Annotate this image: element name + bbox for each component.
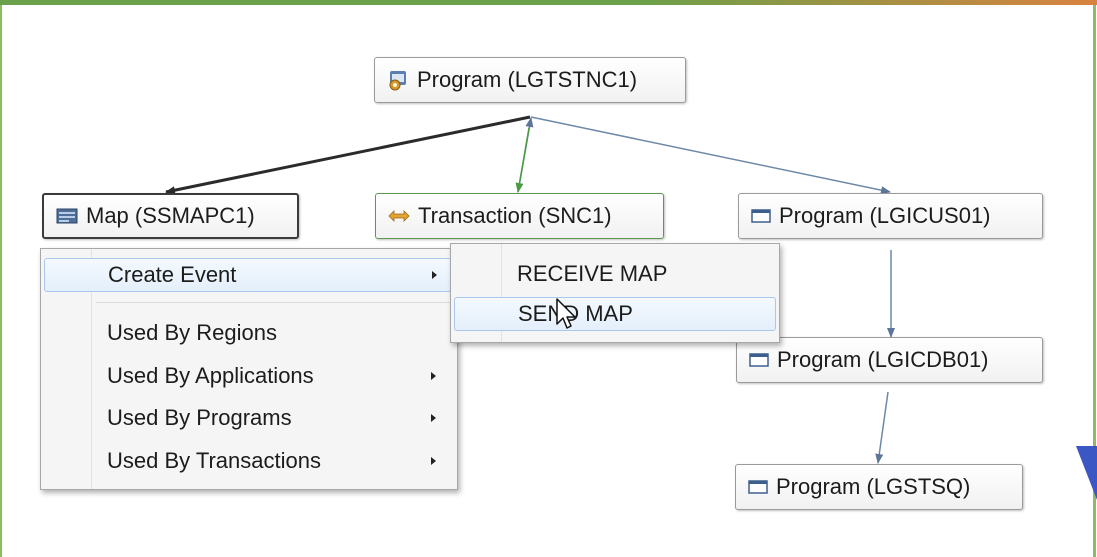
- menu-item-label: RECEIVE MAP: [517, 261, 668, 286]
- menu-item-used-by-programs[interactable]: Used By Programs: [44, 401, 452, 435]
- program-window-icon: [749, 352, 769, 368]
- menu-item-receive-map[interactable]: RECEIVE MAP: [454, 257, 776, 291]
- menu-item-create-event[interactable]: Create Event: [44, 258, 452, 292]
- menu-item-label: Used By Programs: [107, 405, 292, 430]
- edge-root-to-map: [165, 115, 531, 195]
- node-map-ssmapc1[interactable]: Map (SSMAPC1): [42, 193, 299, 239]
- menu-item-send-map[interactable]: SEND MAP: [454, 297, 776, 331]
- program-window-icon: [748, 479, 768, 495]
- create-event-submenu: RECEIVE MAP SEND MAP: [450, 243, 780, 343]
- node-program-lgstsq[interactable]: Program (LGSTSQ): [735, 464, 1023, 510]
- menu-item-used-by-regions[interactable]: Used By Regions: [44, 316, 452, 350]
- menu-item-used-by-applications[interactable]: Used By Applications: [44, 359, 452, 393]
- submenu-arrow-icon: [431, 372, 436, 380]
- node-transaction-snc1[interactable]: Transaction (SNC1): [375, 193, 664, 239]
- submenu-arrow-icon: [431, 414, 436, 422]
- transaction-icon: [388, 209, 410, 223]
- submenu-arrow-icon: [431, 457, 436, 465]
- menu-item-label: Create Event: [108, 262, 237, 287]
- menu-item-label: Used By Transactions: [107, 448, 321, 473]
- node-label: Map (SSMAPC1): [86, 203, 255, 228]
- node-label: Program (LGSTSQ): [776, 474, 971, 499]
- node-program-lgtstnc1[interactable]: Program (LGTSTNC1): [374, 57, 686, 103]
- node-label: Program (LGICDB01): [777, 347, 989, 372]
- context-menu: Create Event Used By Regions Used By App…: [40, 248, 458, 490]
- node-program-lgicus01[interactable]: Program (LGICUS01): [738, 193, 1043, 239]
- menu-item-label: Used By Applications: [107, 363, 314, 388]
- node-label: Program (LGICUS01): [779, 203, 991, 228]
- edge-lgicdb01-to-lgstsq: [875, 391, 889, 464]
- mouse-cursor-icon: [556, 298, 576, 329]
- map-icon: [56, 206, 78, 226]
- node-label: Program (LGTSTNC1): [417, 67, 638, 92]
- menu-item-used-by-transactions[interactable]: Used By Transactions: [44, 444, 452, 478]
- menu-separator: [96, 302, 452, 303]
- submenu-arrow-icon: [432, 271, 437, 279]
- edge-root-to-transaction: [515, 127, 530, 193]
- edge-root-to-lgicus01: [530, 116, 891, 195]
- program-icon: [387, 69, 409, 91]
- node-program-lgicdb01[interactable]: Program (LGICDB01): [736, 337, 1043, 383]
- program-window-icon: [751, 208, 771, 224]
- menu-item-label: Used By Regions: [107, 320, 277, 345]
- node-label: Transaction (SNC1): [418, 203, 612, 228]
- decorative-blue-triangle: [1076, 446, 1097, 500]
